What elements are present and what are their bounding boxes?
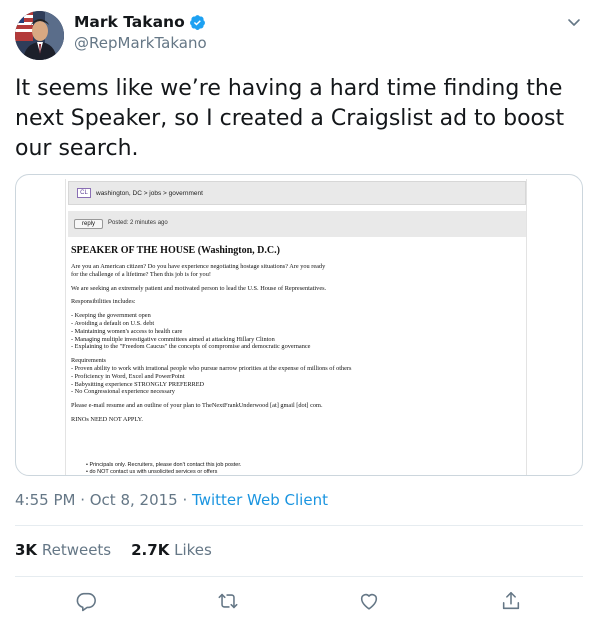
author-handle[interactable]: @RepMarkTakano — [74, 34, 207, 52]
craigslist-breadcrumb: washington, DC > jobs > government — [96, 190, 203, 197]
ad-requirement-item: - Proficiency in Word, Excel and PowerPo… — [71, 372, 185, 380]
tweet-stats: 3K Retweets 2.7K Likes — [15, 541, 212, 559]
craigslist-posted-time: Posted: 2 minutes ago — [108, 220, 168, 226]
ad-responsibility-item: - Maintaining women's access to health c… — [71, 327, 183, 335]
ad-requirement-item: - No Congressional experience necessary — [71, 388, 175, 396]
avatar[interactable] — [15, 11, 64, 60]
divider — [15, 525, 583, 526]
likes-count: 2.7K — [131, 541, 170, 559]
reply-icon[interactable] — [75, 590, 97, 612]
avatar-image — [15, 11, 64, 60]
ad-requirements-header: Requirements — [71, 357, 106, 365]
ad-responsibility-item: - Avoiding a default on U.S. debt — [71, 319, 155, 327]
author-display-name[interactable]: Mark Takano — [74, 13, 185, 31]
ad-rinos-line: RINOs NEED NOT APPLY. — [71, 415, 143, 423]
likes-stat[interactable]: 2.7K Likes — [131, 541, 212, 559]
tweet-media[interactable]: CL washington, DC > jobs > government re… — [15, 174, 583, 476]
ad-seeking-line: We are seeking an extremely patient and … — [71, 284, 327, 292]
ad-intro-line: Are you an American citizen? Do you have… — [71, 263, 326, 270]
ad-responsibilities-header: Responsibilities includes: — [71, 298, 136, 306]
ad-responsibility-item: - Managing multiple investigative commit… — [71, 335, 275, 343]
tweet-timestamp[interactable]: 4:55 PM · Oct 8, 2015 · — [15, 491, 192, 509]
tweet-text: It seems like we’re having a hard time f… — [15, 76, 565, 161]
tweet-source-link[interactable]: Twitter Web Client — [192, 491, 328, 509]
retweets-stat[interactable]: 3K Retweets — [15, 541, 111, 559]
share-icon[interactable] — [500, 590, 522, 612]
ad-footer-line: • Principals only. Recruiters, please do… — [86, 462, 242, 468]
craigslist-ad-body: Are you an American citizen? Do you have… — [71, 263, 521, 430]
chevron-down-icon[interactable] — [566, 14, 582, 30]
craigslist-footer: • Principals only. Recruiters, please do… — [86, 462, 242, 475]
craigslist-post-bar: reply Posted: 2 minutes ago — [68, 211, 526, 237]
ad-requirement-item: - Proven ability to work with irrational… — [71, 364, 352, 372]
tweet: Mark Takano @RepMarkTakano It seems like… — [0, 0, 598, 625]
author-name-row: Mark Takano — [74, 13, 206, 31]
ad-footer-line: • do NOT contact us with unsolicited ser… — [86, 469, 218, 475]
ad-requirement-item: - Babysitting experience STRONGLY PREFER… — [71, 380, 205, 388]
tweet-meta: 4:55 PM · Oct 8, 2015 · Twitter Web Clie… — [15, 491, 328, 509]
like-icon[interactable] — [358, 590, 380, 612]
likes-label: Likes — [174, 541, 212, 559]
ad-email-line: Please e-mail resume and an outline of y… — [71, 402, 323, 410]
craigslist-reply-button: reply — [74, 219, 103, 229]
retweet-icon[interactable] — [217, 590, 239, 612]
ad-intro-line: for the challenge of a lifetime? Then th… — [71, 270, 211, 278]
craigslist-logo: CL — [77, 188, 91, 198]
craigslist-ad-title: SPEAKER OF THE HOUSE (Washington, D.C.) — [71, 245, 280, 256]
verified-badge-icon — [189, 14, 206, 31]
retweets-label: Retweets — [41, 541, 112, 559]
craigslist-nav-bar: CL washington, DC > jobs > government — [68, 181, 526, 205]
divider — [15, 576, 583, 577]
ad-responsibility-item: - Explaining to the "Freedom Caucus" the… — [71, 343, 311, 351]
retweets-count: 3K — [15, 541, 38, 559]
craigslist-ad-image: CL washington, DC > jobs > government re… — [65, 179, 527, 475]
ad-responsibility-item: - Keeping the government open — [71, 312, 151, 320]
